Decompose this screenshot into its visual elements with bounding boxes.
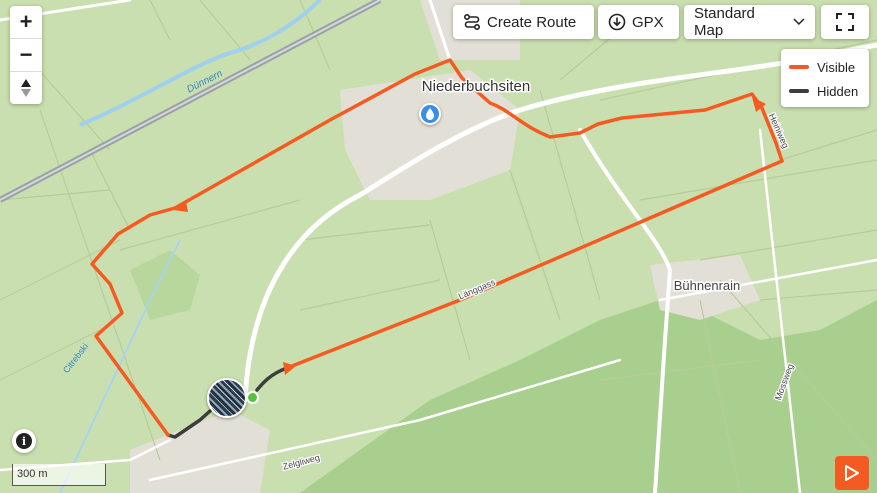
town-label: Niederbuchsiten [422, 78, 530, 95]
map-style-select[interactable]: Standard Map [684, 5, 815, 39]
compass-button[interactable] [10, 72, 42, 104]
play-route-button[interactable] [835, 456, 869, 490]
gpx-label: GPX [632, 13, 664, 31]
create-route-label: Create Route [487, 13, 577, 31]
download-icon [608, 13, 626, 31]
zoom-out-button[interactable]: − [10, 39, 42, 72]
compass-icon [21, 79, 31, 97]
legend-swatch-hidden [789, 89, 809, 93]
road-label-langgass: Länggass [457, 277, 497, 302]
play-icon [845, 465, 859, 481]
water-point-icon[interactable] [419, 103, 441, 125]
road-label-citrebski: Citrebski [61, 341, 90, 375]
hamlet-label: Bühnenrain [674, 278, 741, 293]
forest-patch [130, 250, 200, 320]
route-icon [463, 13, 481, 31]
river-dunnern [79, 0, 322, 127]
legend-label-hidden: Hidden [817, 83, 859, 99]
scale-label: 300 m [17, 468, 48, 480]
scale-bar: 300 m [12, 464, 106, 486]
start-point-marker[interactable] [246, 391, 259, 404]
zoom-in-button[interactable]: + [10, 6, 42, 39]
chevron-down-icon [793, 18, 805, 26]
map-canvas[interactable]: Niederbuchsiten Bühnenrain Dünnern Längg… [0, 0, 877, 493]
road-label-zelgliweg: Zelgliweg [282, 452, 321, 472]
railway-casing [0, 0, 381, 201]
zoom-control: + − [10, 6, 42, 104]
route-legend: Visible Hidden [781, 49, 869, 107]
legend-swatch-visible [789, 65, 809, 69]
fullscreen-icon [836, 13, 854, 31]
gpx-button[interactable]: GPX [598, 5, 679, 39]
create-route-button[interactable]: Create Route [453, 5, 594, 39]
info-button[interactable]: i [12, 429, 36, 453]
info-icon: i [16, 433, 32, 449]
legend-label-visible: Visible [817, 59, 856, 75]
legend-item-visible: Visible [789, 55, 861, 79]
user-avatar-marker[interactable] [207, 378, 247, 418]
fullscreen-button[interactable] [821, 5, 869, 39]
map-style-label: Standard Map [694, 5, 755, 39]
legend-item-hidden: Hidden [789, 79, 861, 103]
